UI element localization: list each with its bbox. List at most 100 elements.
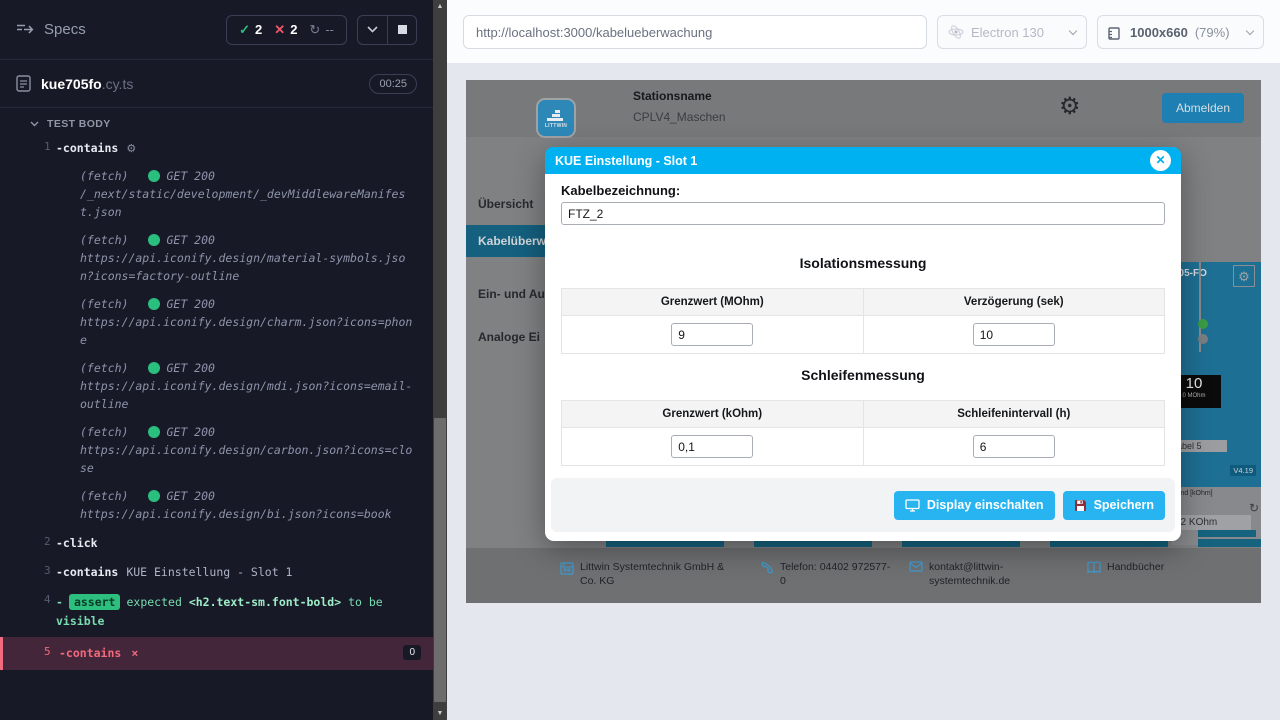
col-schleifenintervall-h: Schleifenintervall (h) [863, 401, 1165, 427]
match-count-badge: 0 [403, 645, 421, 660]
x-icon: ✕ [274, 22, 285, 38]
fetch-log[interactable]: (fetch)GET 200 https://api.iconify.desig… [0, 483, 433, 529]
monitor-icon [905, 499, 920, 512]
device-card-fragment: 705-FO ⚙ 10 0 MOhm Kabel 5 V4.19 stand [… [1171, 262, 1261, 545]
aut-panel: Electron 130 1000x660 (79%) LITTWIN [447, 0, 1280, 720]
scroll-down-icon[interactable]: ▼ [433, 710, 447, 717]
refresh-icon: ↻ [309, 22, 320, 38]
refresh-icon[interactable]: ↻ [1249, 501, 1259, 515]
isolationsmessung-heading: Isolationsmessung [545, 255, 1181, 271]
station-info: Stationsname CPLV4_Maschen [633, 89, 726, 124]
scroll-up-icon[interactable]: ▲ [433, 3, 447, 10]
grenzwert-mohm-input[interactable] [671, 323, 753, 346]
chevron-down-icon [367, 26, 378, 33]
status-gray-dot [1198, 334, 1208, 344]
fetch-log[interactable]: (fetch)GET 200 /_next/static/development… [0, 163, 433, 227]
command-contains-1[interactable]: 1 -contains⚙ [0, 134, 433, 163]
status-dot-icon [148, 298, 160, 310]
kabelbezeichnung-label: Kabelbezeichnung: [561, 183, 680, 198]
gear-icon: ⚙ [126, 142, 136, 155]
spec-row[interactable]: kue705fo.cy.ts 00:25 [0, 60, 433, 108]
logout-button[interactable]: Abmelden [1162, 93, 1244, 123]
speichern-button[interactable]: Speichern [1063, 491, 1165, 520]
resistance-value: 22 KOhm [1171, 515, 1251, 530]
schleifenintervall-input[interactable] [973, 435, 1055, 458]
url-input[interactable] [463, 15, 927, 49]
reporter-scrollbar[interactable]: ▲ ▼ [433, 0, 447, 720]
footer-email: kontakt@littwin-systemtechnik.de [909, 560, 1041, 588]
fail-x-icon: × [131, 646, 138, 660]
spec-file-icon [16, 75, 31, 92]
station-name: CPLV4_Maschen [633, 110, 726, 124]
modal-title: KUE Einstellung - Slot 1 [555, 154, 697, 168]
settings-gear-icon[interactable]: ⚙ [1059, 92, 1081, 121]
runner-controls [357, 15, 417, 45]
specs-label: Specs [44, 21, 86, 38]
footer-company: Littwin Systemtechnik GmbH & Co. KG [560, 560, 736, 588]
fetch-log[interactable]: (fetch)GET 200 https://api.iconify.desig… [0, 291, 433, 355]
spec-name: kue705fo.cy.ts [41, 76, 133, 92]
footer-phone: Telefon: 04402 972577-0 [761, 560, 891, 588]
stat-passed: ✓ 2 [239, 22, 262, 38]
kabelbezeichnung-input[interactable] [561, 202, 1165, 225]
footer-manuals[interactable]: Handbücher [1087, 560, 1164, 574]
stop-button[interactable] [387, 16, 416, 44]
verzoegerung-sek-input[interactable] [973, 323, 1055, 346]
logo-stairs-icon [547, 107, 565, 121]
test-body-toggle[interactable]: TEST BODY [0, 108, 433, 134]
grenzwert-kohm-input[interactable] [671, 435, 753, 458]
col-grenzwert-kohm: Grenzwert (kOhm) [562, 401, 863, 427]
viewport-select[interactable]: 1000x660 (79%) [1097, 15, 1264, 49]
status-dot-icon [148, 490, 160, 502]
fetch-log[interactable]: (fetch)GET 200 https://api.iconify.desig… [0, 355, 433, 419]
electron-icon [948, 24, 964, 40]
station-label: Stationsname [633, 89, 726, 103]
chevron-down-icon [1246, 26, 1254, 34]
version-label: V4.19 [1230, 465, 1256, 476]
schleifenmessung-table: Grenzwert (kOhm) Schleifenintervall (h) [561, 400, 1165, 466]
command-assert[interactable]: 4 -assertexpected <h2.text-sm.font-bold>… [0, 587, 433, 637]
stat-failed: ✕ 2 [274, 22, 297, 38]
isolationsmessung-table: Grenzwert (MOhm) Verzögerung (sek) [561, 288, 1165, 354]
fetch-log[interactable]: (fetch)GET 200 https://api.iconify.desig… [0, 227, 433, 291]
assert-badge: assert [69, 594, 121, 610]
close-icon[interactable]: ✕ [1150, 150, 1171, 171]
col-verzoegerung-sek: Verzögerung (sek) [863, 289, 1165, 315]
book-icon [1087, 561, 1101, 574]
schleifenmessung-heading: Schleifenmessung [545, 367, 1181, 383]
chevron-down-icon [1069, 26, 1077, 34]
gear-icon[interactable]: ⚙ [1233, 265, 1255, 287]
command-contains-failed[interactable]: 5 -contains× 0 [0, 637, 433, 670]
scrollbar-thumb[interactable] [434, 418, 446, 702]
col-grenzwert-mohm: Grenzwert (MOhm) [562, 289, 863, 315]
stat-pending: ↻ -- [309, 22, 334, 38]
modal-header: KUE Einstellung - Slot 1 ✕ [545, 147, 1181, 174]
browser-select[interactable]: Electron 130 [937, 15, 1087, 49]
nav-item-uebersicht[interactable]: Übersicht [466, 188, 546, 220]
command-log: 1 -contains⚙ (fetch)GET 200 /_next/stati… [0, 134, 433, 670]
specs-nav[interactable]: Specs [16, 21, 86, 38]
command-contains-3[interactable]: 3 -containsKUE Einstellung - Slot 1 [0, 558, 433, 587]
status-dot-icon [148, 234, 160, 246]
spec-duration-badge: 00:25 [369, 74, 417, 94]
test-stats: ✓ 2 ✕ 2 ↻ -- [226, 15, 347, 45]
nav-item-kabelueberwachung[interactable]: Kabelüberw [466, 225, 546, 257]
status-dot-icon [148, 426, 160, 438]
littwin-logo: LITTWIN [536, 98, 576, 138]
collapse-button[interactable] [358, 16, 387, 44]
save-floppy-icon [1074, 499, 1087, 512]
command-click[interactable]: 2 -click [0, 529, 433, 558]
reporter-header: Specs ✓ 2 ✕ 2 ↻ -- [0, 0, 433, 60]
check-icon: ✓ [239, 22, 250, 38]
chevron-down-icon [30, 121, 39, 127]
kue-settings-modal: KUE Einstellung - Slot 1 ✕ Kabelbezeichn… [545, 147, 1181, 541]
display-einschalten-button[interactable]: Display einschalten [894, 491, 1055, 520]
status-dot-icon [148, 170, 160, 182]
app-footer: Littwin Systemtechnik GmbH & Co. KG Tele… [466, 548, 1261, 603]
specs-list-icon [16, 23, 34, 36]
stop-icon [398, 25, 407, 34]
nav-item-ein-ausgaenge[interactable]: Ein- und Au [466, 278, 546, 310]
phone-icon [761, 561, 774, 574]
fetch-log[interactable]: (fetch)GET 200 https://api.iconify.desig… [0, 419, 433, 483]
nav-item-analoge-eingaenge[interactable]: Analoge Ei [466, 321, 546, 353]
